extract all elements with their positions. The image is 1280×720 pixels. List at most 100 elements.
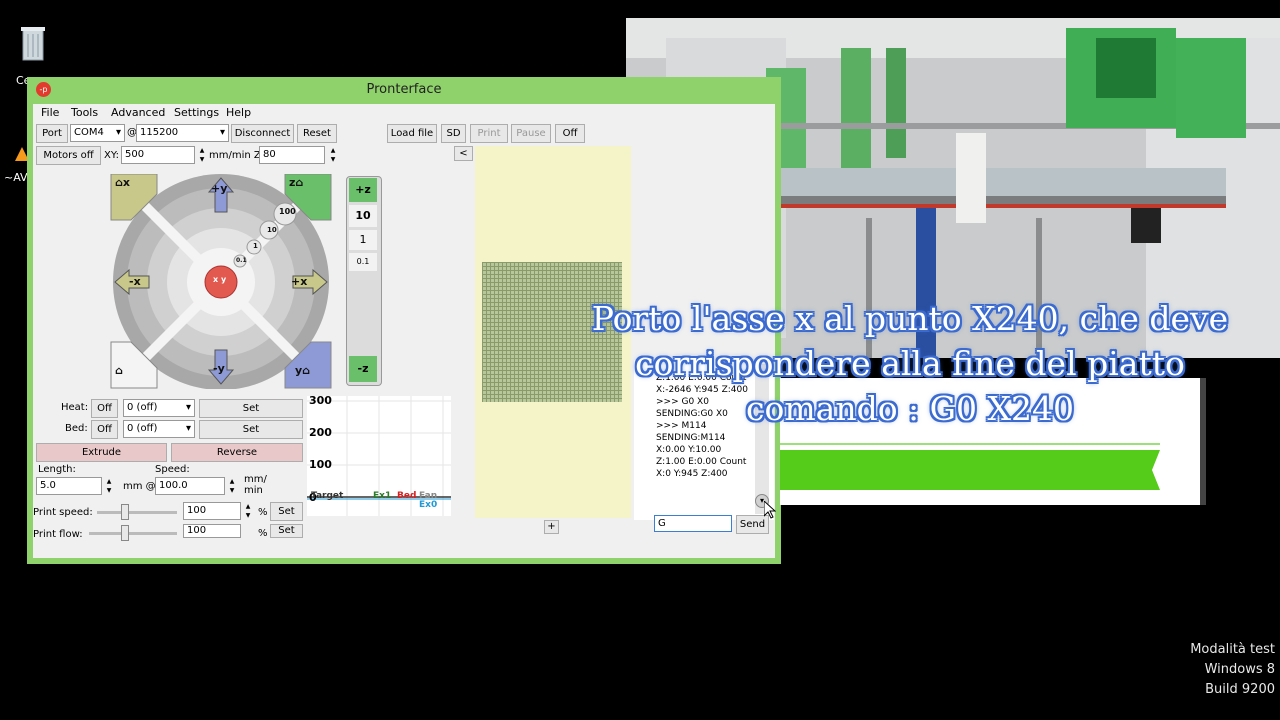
mm-at-label: mm @ [123, 481, 156, 492]
speed-spin[interactable]: ▲ ▼ [227, 477, 237, 495]
menu-tools[interactable]: Tools [71, 106, 98, 119]
home-z-icon[interactable]: z⌂ [289, 176, 303, 189]
z-feedrate-input[interactable]: 80 [259, 146, 325, 164]
bed-set-button[interactable]: Set [199, 420, 303, 439]
collapse-button[interactable]: < [454, 146, 473, 161]
bed-off-button[interactable]: Off [91, 420, 118, 439]
legend-ex1: Ex1 [373, 491, 392, 501]
center-jog-icon[interactable]: x y [213, 275, 226, 284]
speed-label: Speed: [155, 464, 190, 475]
off-button[interactable]: Off [555, 124, 585, 143]
add-button[interactable]: + [544, 520, 559, 534]
log-line: SENDING:M114 [656, 433, 726, 443]
log-line: X:0 Y:945 Z:400 [656, 469, 728, 479]
step-10[interactable]: 10 [267, 226, 277, 234]
watermark-line: Build 9200 [1205, 682, 1275, 697]
percent-label: % [258, 507, 268, 518]
units-z-label: mm/min Z: [209, 150, 265, 161]
speed-input[interactable]: 100.0 [155, 477, 225, 495]
command-input[interactable]: G [654, 515, 732, 532]
step-100[interactable]: 100 [279, 207, 296, 216]
port-button[interactable]: Port [36, 124, 68, 143]
print-button[interactable]: Print [470, 124, 508, 143]
heat-set-button[interactable]: Set [199, 399, 303, 418]
print-flow-set-button[interactable]: Set [270, 524, 303, 538]
motors-off-button[interactable]: Motors off [36, 146, 101, 165]
z-step-0-1[interactable]: 0.1 [349, 253, 377, 271]
port-select[interactable]: COM4 [70, 124, 125, 142]
menu-settings[interactable]: Settings [174, 106, 219, 119]
legend-target: Target [311, 491, 344, 501]
reverse-button[interactable]: Reverse [171, 443, 303, 462]
print-speed-input[interactable]: 100 [183, 502, 241, 520]
print-speed-label: Print speed: [33, 507, 93, 518]
step-0-1[interactable]: 0.1 [236, 257, 247, 264]
graph-y-tick: 100 [309, 458, 332, 471]
home-x-label: x [122, 176, 130, 189]
disconnect-button[interactable]: Disconnect [231, 124, 294, 143]
plus-y-button[interactable]: +y [211, 182, 227, 195]
print-speed-set-button[interactable]: Set [270, 502, 303, 521]
reset-button[interactable]: Reset [297, 124, 337, 143]
caption-line: corrispondere alla fine del piatto [635, 344, 1185, 383]
menu-help[interactable]: Help [226, 106, 251, 119]
graph-y-tick: 300 [309, 394, 332, 407]
heat-label: Heat: [61, 402, 89, 413]
step-1[interactable]: 1 [253, 242, 258, 250]
caption-line: Porto l'asse x al punto X240, che deve [591, 299, 1229, 338]
menu-file[interactable]: File [41, 106, 59, 119]
legend-ex0: Ex0 [419, 500, 438, 510]
print-flow-slider[interactable] [121, 525, 129, 541]
z-spin[interactable]: ▲ ▼ [328, 146, 338, 164]
xy-spin[interactable]: ▲ ▼ [197, 146, 207, 164]
log-line: Z:1.00 E:0.00 Count [656, 457, 747, 467]
xy-label: XY: [104, 150, 119, 161]
load-file-button[interactable]: Load file [387, 124, 437, 143]
home-all-icon[interactable]: ⌂ [115, 364, 123, 377]
mouse-cursor-icon [764, 501, 776, 519]
mm-min-label: mm/ min [244, 474, 267, 496]
watermark-line: Windows 8 [1204, 662, 1275, 677]
video-caption: Porto l'asse x al punto X240, che deve c… [540, 296, 1280, 431]
length-input[interactable]: 5.0 [36, 477, 102, 495]
windows-watermark: Modalità test Windows 8 Build 9200 [1190, 640, 1275, 700]
menu-advanced[interactable]: Advanced [111, 106, 165, 119]
print-speed-track[interactable] [97, 511, 177, 514]
legend-bed: Bed [397, 491, 417, 501]
plus-x-button[interactable]: +x [291, 275, 307, 288]
baud-select[interactable]: 115200 [136, 124, 229, 142]
print-flow-track[interactable] [89, 532, 177, 535]
minus-x-button[interactable]: -x [129, 275, 141, 288]
xy-feedrate-input[interactable]: 500 [121, 146, 195, 164]
window-title: Pronterface [366, 82, 442, 97]
home-z-label: z [289, 176, 296, 189]
title-bar[interactable]: -p Pronterface [27, 77, 781, 103]
length-spin[interactable]: ▲ ▼ [104, 477, 114, 495]
bed-label: Bed: [65, 423, 88, 434]
print-flow-input[interactable]: 100 [183, 524, 241, 538]
z-minus-button[interactable]: -z [349, 356, 377, 382]
app-icon: -p [36, 82, 51, 97]
print-flow-label: Print flow: [33, 529, 83, 540]
z-plus-button[interactable]: +z [349, 178, 377, 202]
home-y-label: y [295, 364, 303, 377]
percent-label: % [258, 528, 268, 539]
desktop-icon-label: ~AV [4, 171, 28, 184]
sd-button[interactable]: SD [441, 124, 466, 143]
heat-off-button[interactable]: Off [91, 399, 118, 418]
print-speed-spin[interactable]: ▲ ▼ [243, 502, 253, 520]
caption-line: comando : G0 X240 [746, 389, 1074, 428]
print-speed-slider[interactable] [121, 504, 129, 520]
z-step-1[interactable]: 1 [349, 230, 377, 250]
watermark-line: Modalità test [1190, 642, 1275, 657]
home-x-icon[interactable]: ⌂x [115, 176, 130, 189]
recycle-bin-icon[interactable] [15, 24, 51, 68]
pause-button[interactable]: Pause [511, 124, 551, 143]
extrude-button[interactable]: Extrude [36, 443, 167, 462]
graph-y-tick: 200 [309, 426, 332, 439]
home-y-icon[interactable]: y⌂ [295, 364, 310, 377]
heat-select[interactable]: 0 (off) [123, 399, 195, 417]
bed-select[interactable]: 0 (off) [123, 420, 195, 438]
minus-y-button[interactable]: -y [213, 362, 225, 375]
z-step-10[interactable]: 10 [349, 205, 377, 227]
